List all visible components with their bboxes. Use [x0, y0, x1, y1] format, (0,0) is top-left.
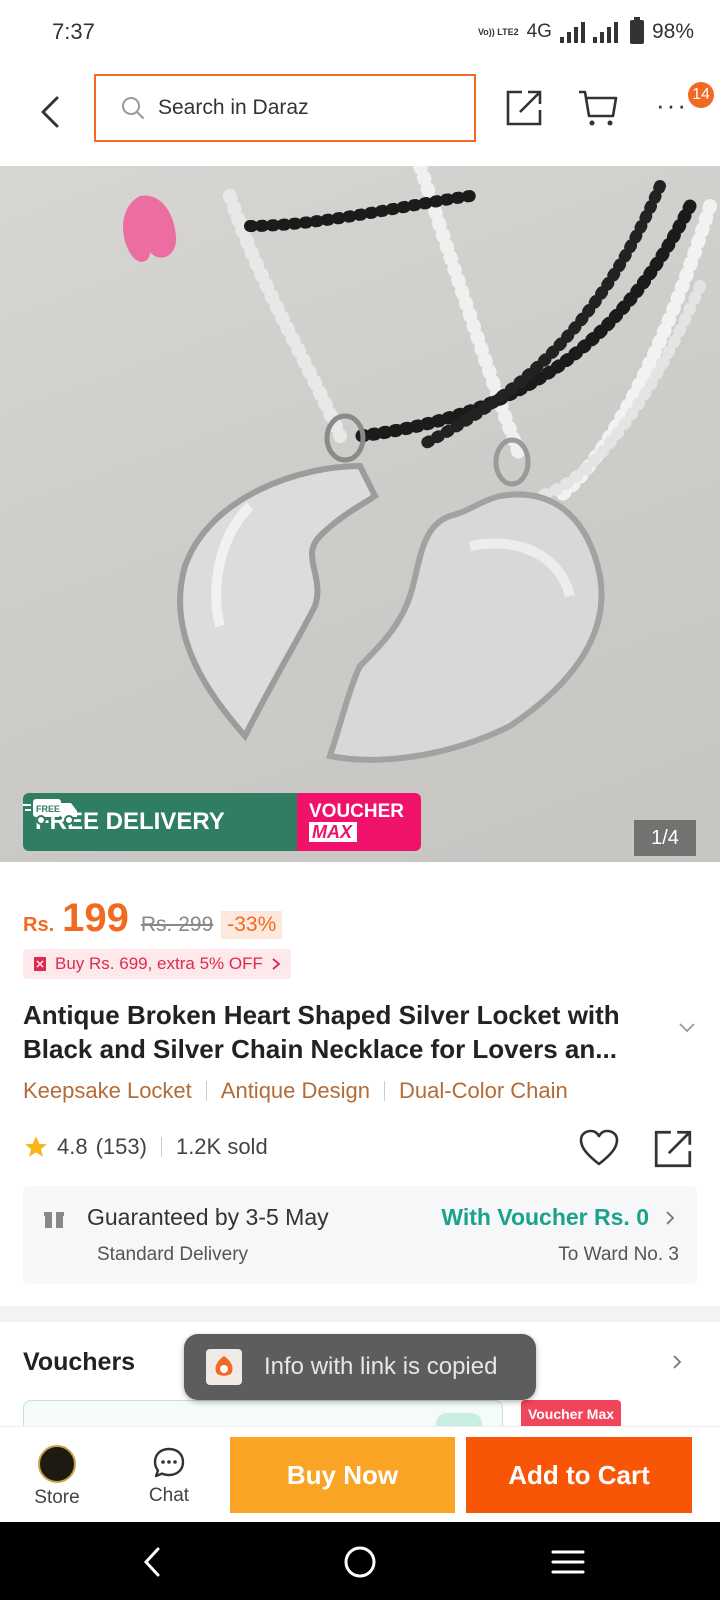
max-label: MAX	[309, 822, 357, 842]
buy-now-button[interactable]: Buy Now	[230, 1437, 455, 1513]
section-divider	[0, 1306, 720, 1322]
voucher-label: VOUCHER	[309, 801, 405, 822]
extra-offer-label: Buy Rs. 699, extra 5% OFF	[55, 954, 263, 973]
package-icon	[44, 1212, 64, 1228]
tag-item: Antique Design	[220, 1078, 370, 1103]
vouchers-chevron-icon[interactable]	[672, 1354, 682, 1370]
product-image-gallery[interactable]: FREE FREE DELIVERY VOUCHER MAX 1/4	[0, 166, 720, 862]
status-time: 7:37	[52, 19, 95, 44]
network-type: 4G	[526, 21, 552, 42]
price-currency: Rs.	[23, 914, 55, 936]
product-title: Antique Broken Heart Shaped Silver Locke…	[23, 1000, 620, 1064]
delivery-destination: To Ward No. 3	[558, 1244, 679, 1265]
search-placeholder: Search in Daraz	[158, 96, 309, 119]
delivery-method: Standard Delivery	[97, 1244, 249, 1265]
store-logo-icon	[38, 1445, 76, 1483]
product-image	[122, 166, 717, 763]
delivery-guarantee: Guaranteed by 3-5 May	[87, 1204, 329, 1230]
add-to-cart-button[interactable]: Add to Cart	[466, 1437, 692, 1513]
tag-divider	[205, 1081, 207, 1101]
share-icon	[654, 1130, 692, 1168]
extra-offer-chip[interactable]: Buy Rs. 699, extra 5% OFF	[23, 949, 291, 979]
heart-icon	[579, 1129, 619, 1166]
original-price: Rs. 299	[140, 913, 214, 936]
delivery-info-card[interactable]: Guaranteed by 3-5 May Standard Delivery …	[23, 1186, 697, 1284]
chat-label: Chat	[148, 1485, 190, 1506]
voucher-max-badge: VOUCHER MAX	[297, 793, 421, 851]
nav-back-icon	[143, 1547, 160, 1577]
rating-count: (153)	[95, 1134, 147, 1159]
delivery-truck-icon: FREE	[23, 799, 77, 825]
discount-badge: -33%	[221, 911, 283, 939]
chevron-right-icon	[666, 1211, 675, 1225]
chat-icon	[153, 1447, 185, 1478]
share-button[interactable]	[502, 86, 546, 130]
nav-menu-icon	[551, 1550, 585, 1574]
rating-divider	[160, 1137, 162, 1157]
toast-text: Info with link is copied	[264, 1353, 498, 1380]
search-icon	[122, 97, 144, 119]
vouchers-heading: Vouchers	[23, 1348, 136, 1376]
image-counter: 1/4	[634, 820, 696, 856]
cart-button[interactable]	[576, 86, 620, 130]
system-navigation-bar	[0, 1522, 720, 1600]
store-button[interactable]: Store	[22, 1445, 92, 1509]
tag-divider	[384, 1081, 385, 1101]
delivery-voucher-price: With Voucher Rs. 0	[441, 1204, 649, 1230]
sold-count: 1.2K sold	[175, 1134, 268, 1159]
tag-item: Keepsake Locket	[23, 1078, 192, 1103]
volte-badge: Vo)) LTE2	[477, 26, 519, 37]
search-input[interactable]: Search in Daraz	[94, 74, 476, 142]
app-icon	[206, 1349, 242, 1385]
more-options-button[interactable]: ···	[656, 90, 688, 121]
expand-title-chevron-icon[interactable]	[678, 1022, 696, 1034]
battery-percent: 98%	[651, 20, 694, 43]
status-indicators: Vo)) LTE2 4G 98%	[477, 17, 694, 44]
cart-icon	[579, 90, 618, 126]
rating-row[interactable]: 4.8 (153) 1.2K sold	[23, 1134, 268, 1160]
nav-back-button[interactable]	[130, 1540, 174, 1584]
back-arrow-icon	[41, 96, 59, 128]
voucher-max-tag: Voucher Max	[521, 1400, 621, 1428]
price-row: Rs. 199 Rs. 299 -33%	[23, 896, 283, 941]
chevron-right-icon	[272, 958, 281, 970]
daraz-logo-icon	[215, 1356, 233, 1376]
chat-button[interactable]: Chat	[134, 1445, 204, 1507]
nav-home-icon	[344, 1546, 376, 1578]
rating-score: 4.8	[57, 1134, 88, 1159]
promo-banner: FREE FREE DELIVERY VOUCHER MAX	[23, 793, 421, 851]
store-label: Store	[34, 1487, 80, 1508]
free-delivery-badge: FREE FREE DELIVERY	[23, 793, 297, 851]
battery-icon	[629, 17, 644, 44]
back-button[interactable]	[30, 92, 70, 132]
coupon-icon	[34, 957, 46, 971]
cart-count-badge: 14	[688, 82, 714, 108]
nav-home-button[interactable]	[338, 1540, 382, 1584]
nav-recents-button[interactable]	[546, 1540, 590, 1584]
free-small-label: FREE	[36, 804, 60, 814]
wishlist-button[interactable]	[578, 1128, 620, 1173]
current-price: 199	[62, 896, 129, 940]
signal-2-icon	[592, 21, 618, 43]
top-header: Search in Daraz ··· 14	[0, 64, 720, 166]
share-product-button[interactable]	[652, 1128, 694, 1175]
status-bar: 7:37 Vo)) LTE2 4G 98%	[0, 0, 720, 64]
feature-tags: Keepsake Locket Antique Design Dual-Colo…	[23, 1078, 568, 1104]
bottom-action-bar: Store Chat Buy Now Add to Cart	[0, 1426, 720, 1522]
signal-icon	[559, 21, 585, 43]
star-icon	[25, 1136, 47, 1157]
tag-item: Dual-Color Chain	[399, 1078, 568, 1103]
toast-message: Info with link is copied	[184, 1334, 536, 1400]
share-icon	[506, 90, 542, 126]
